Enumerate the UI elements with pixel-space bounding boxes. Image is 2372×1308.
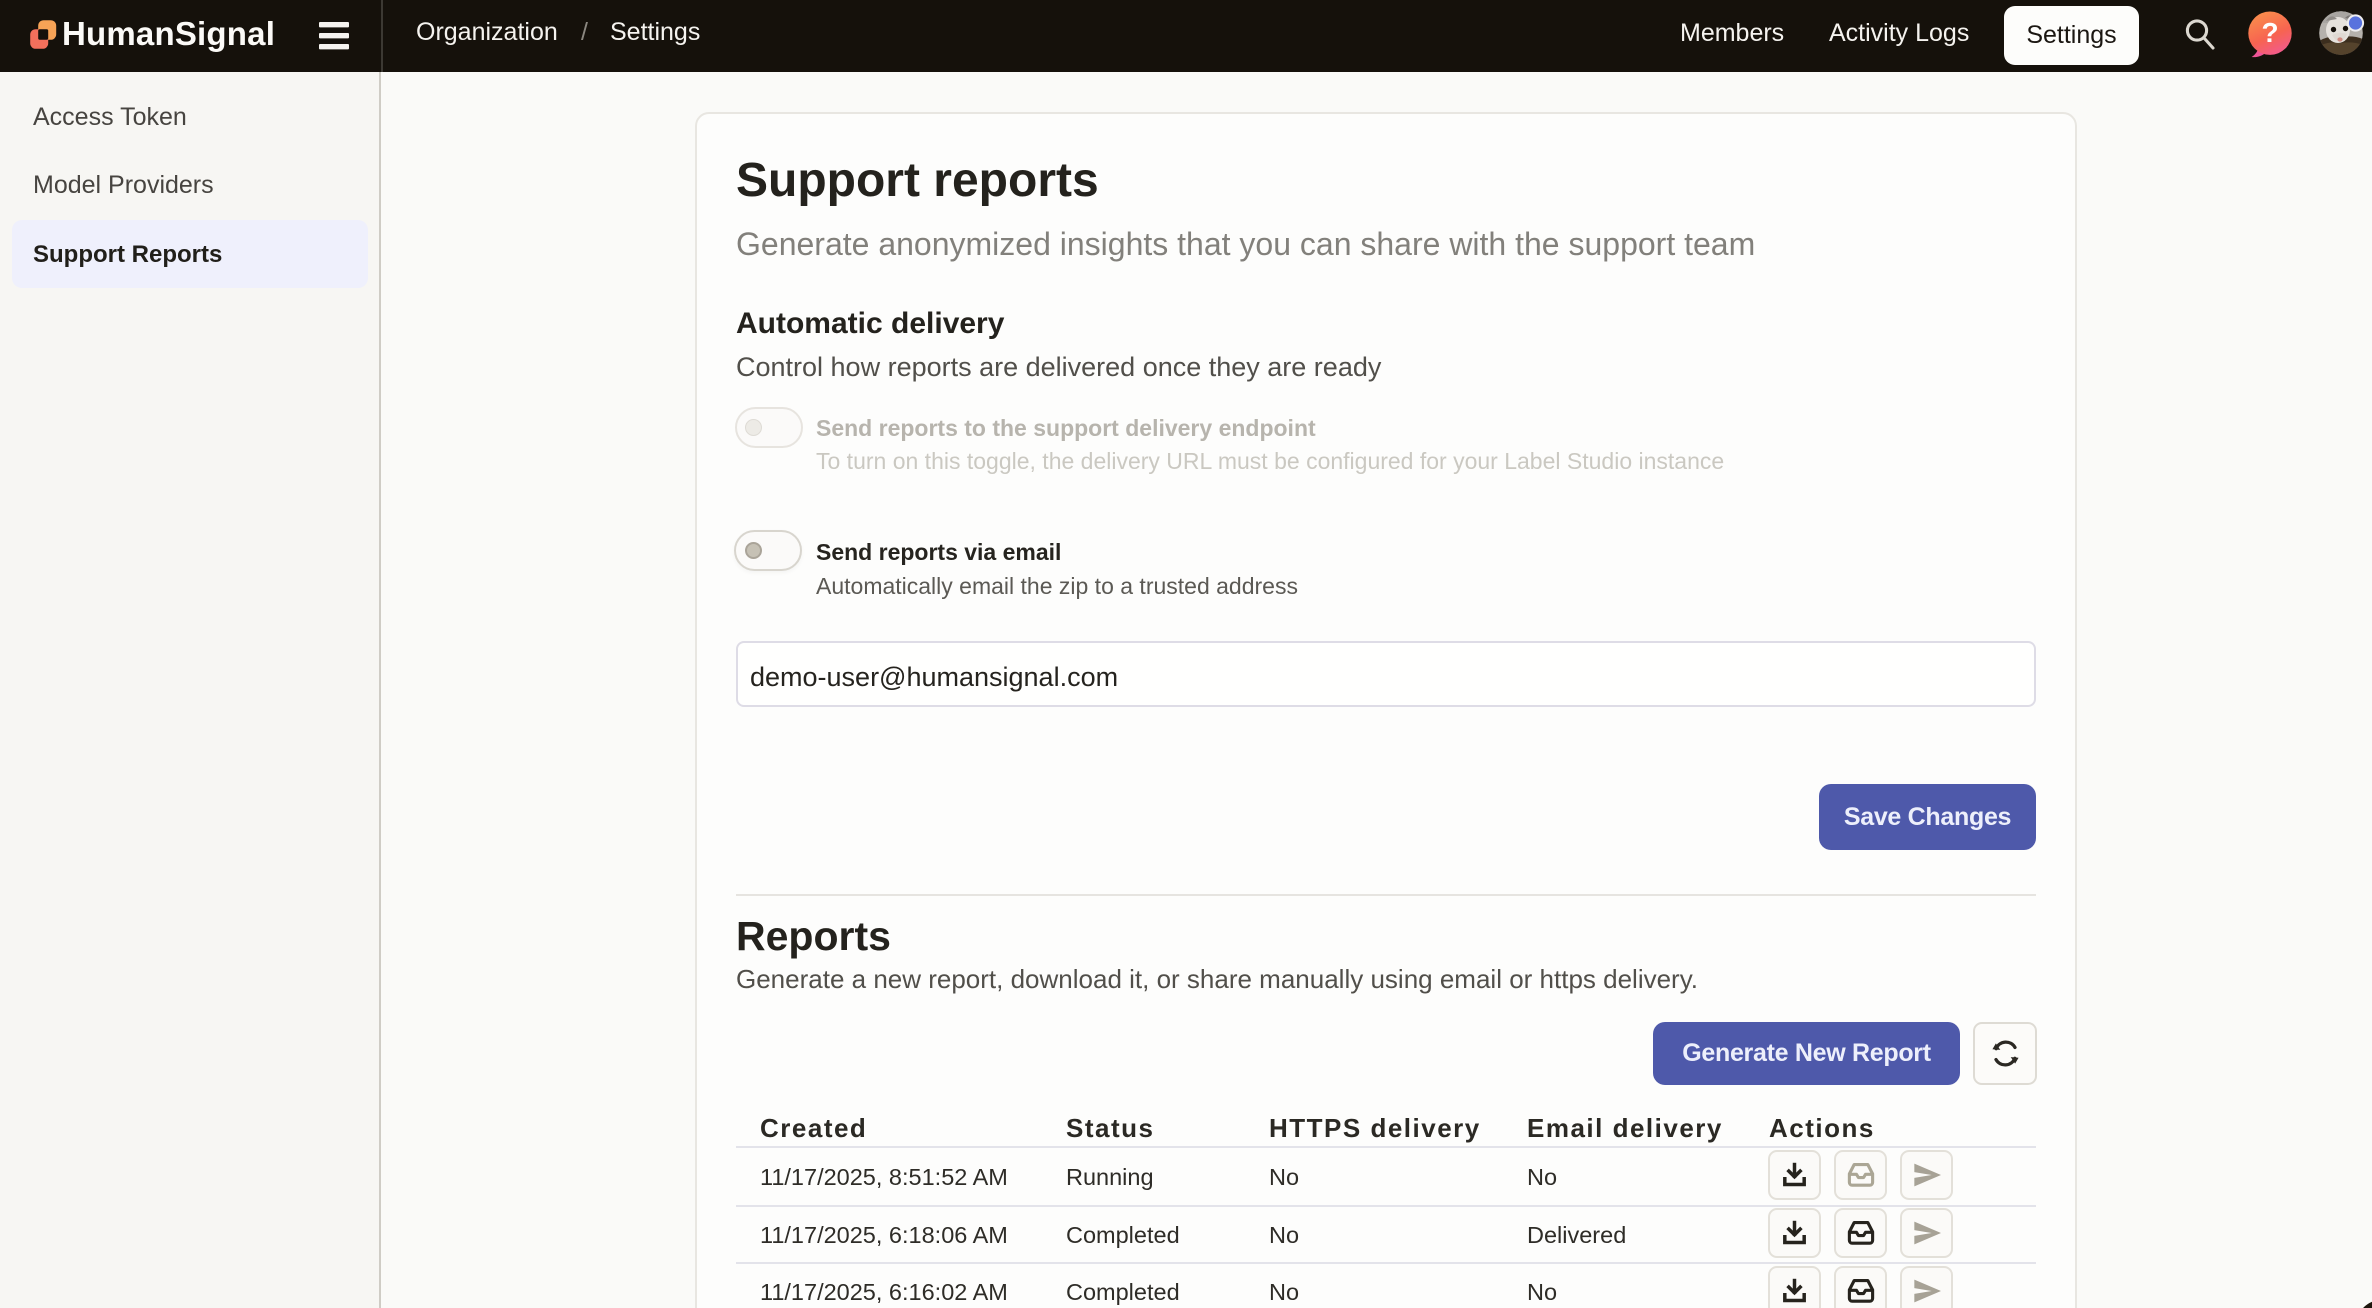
svg-text:?: ? xyxy=(2261,17,2278,48)
